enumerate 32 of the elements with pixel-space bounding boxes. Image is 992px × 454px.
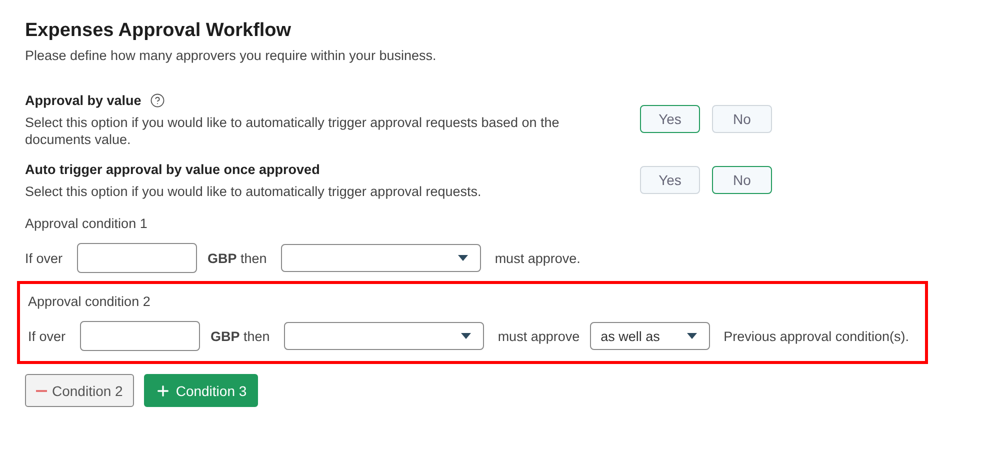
amount-field[interactable] (76, 243, 197, 273)
condition-label: Previous approval condition(s). (724, 328, 909, 344)
toggle-button[interactable]: Yes (640, 166, 700, 194)
combine-select[interactable]: as well as (590, 322, 710, 350)
currency-label: GBP then (208, 250, 267, 266)
condition-label: must approve (498, 328, 580, 344)
condition-label: If over (25, 250, 63, 266)
add-condition-button[interactable]: Condition 3 (144, 374, 258, 407)
help-icon[interactable] (150, 93, 166, 108)
remove-condition-button[interactable]: Condition 2 (25, 374, 134, 407)
caret-icon (460, 333, 471, 339)
condition-label: must approve. (494, 250, 580, 266)
option-label: Auto trigger approval by value once approved (25, 162, 320, 177)
currency-label: GBP then (210, 328, 270, 344)
caret-icon (458, 255, 468, 261)
toggle-button[interactable]: No (712, 105, 772, 133)
approver-select[interactable] (280, 244, 481, 272)
condition-label: If over (28, 328, 66, 344)
page-title: Expenses Approval Workflow (25, 20, 292, 42)
toggle-button[interactable]: Yes (640, 105, 700, 133)
toggle-button[interactable]: No (712, 166, 772, 194)
minus-icon (36, 390, 47, 392)
amount-field[interactable] (80, 321, 200, 351)
option-description: Select this option if you would like to automatically trigger approval requests based on the documents value. (25, 114, 560, 148)
caret-icon (686, 333, 697, 339)
option-description: Select this option if you would like to automatically trigger approval requests. (25, 183, 482, 200)
approver-select[interactable] (284, 322, 484, 350)
plus-icon (154, 382, 171, 398)
condition-title: Approval condition 1 (25, 216, 148, 231)
condition-title: Approval condition 2 (28, 294, 152, 309)
page-subtitle: Please define how many approvers you require within your business. (25, 48, 438, 63)
option-label: Approval by value (25, 93, 142, 108)
